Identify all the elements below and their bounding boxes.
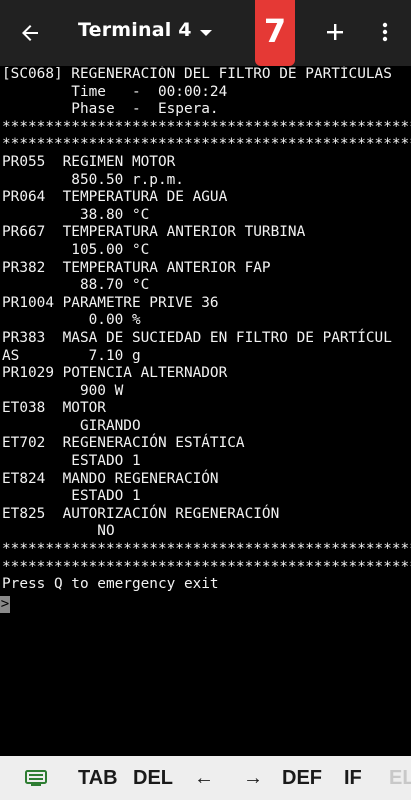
key-arrow-right[interactable]: → <box>243 764 263 792</box>
key-el[interactable]: EL <box>389 764 411 792</box>
plus-icon <box>327 24 343 40</box>
terminal-line: Press Q to emergency exit <box>2 576 219 593</box>
key-tab[interactable]: TAB <box>78 764 118 792</box>
terminal-line: ****************************************… <box>2 118 411 135</box>
terminal-line: 900 W <box>2 382 124 399</box>
terminal-line: 850.50 r.p.m. <box>2 171 184 188</box>
terminal-line: 105.00 °C <box>2 241 150 258</box>
session-title[interactable]: Terminal 4 <box>78 19 192 41</box>
extra-keys-bar: TAB DEL ← → DEF IF EL <box>0 756 411 800</box>
key-del[interactable]: DEL <box>133 764 173 792</box>
terminal-line: GIRANDO <box>2 417 141 434</box>
terminal-line: 0.00 % <box>2 312 141 329</box>
session-number-badge: 7 <box>255 0 295 66</box>
key-def[interactable]: DEF <box>282 764 322 792</box>
terminal-line: ET824 MANDO REGENERACIÓN <box>2 470 219 487</box>
terminal-line: ET825 AUTORIZACIÓN REGENERACIÓN <box>2 505 280 522</box>
terminal-cursor: > <box>0 596 10 613</box>
terminal-line: Time - 00:00:24 <box>2 83 228 100</box>
terminal-line: ESTADO 1 <box>2 488 141 505</box>
session-dropdown-button[interactable] <box>196 25 216 41</box>
terminal-line: ****************************************… <box>2 541 411 558</box>
terminal-line: PR383 MASA DE SUCIEDAD EN FILTRO DE PART… <box>2 329 392 346</box>
key-arrow-left[interactable]: ← <box>194 764 214 792</box>
terminal-line: PR064 TEMPERATURA DE AGUA <box>2 189 228 206</box>
keyboard-icon[interactable] <box>25 770 47 786</box>
back-button[interactable] <box>14 17 46 49</box>
terminal-line: Phase - Espera. <box>2 101 219 118</box>
app-bar: Terminal 4 7 <box>0 0 411 66</box>
terminal-line: NO <box>2 523 115 540</box>
terminal-output: [SC068] REGENERACIÓN DEL FILTRO DE PARTÍ… <box>2 66 411 594</box>
terminal-line: AS 7.10 g <box>2 347 141 364</box>
terminal-line: ET702 REGENERACIÓN ESTÁTICA <box>2 435 245 452</box>
terminal-line: PR667 TEMPERATURA ANTERIOR TURBINA <box>2 224 306 241</box>
dropdown-triangle-icon <box>200 30 212 36</box>
terminal-line: ET038 MOTOR <box>2 400 106 417</box>
terminal-line: PR055 REGIMEN MOTOR <box>2 153 176 170</box>
key-if[interactable]: IF <box>344 764 362 792</box>
terminal-line: 88.70 °C <box>2 277 150 294</box>
terminal-line: PR1029 POTENCIA ALTERNADOR <box>2 365 228 382</box>
arrow-back-icon <box>22 25 38 41</box>
terminal-line: ESTADO 1 <box>2 453 141 470</box>
terminal-line: 38.80 °C <box>2 206 150 223</box>
add-session-button[interactable] <box>320 17 350 47</box>
more-vert-icon <box>382 22 388 42</box>
terminal-line: PR1004 PARAMETRE PRIVE 36 <box>2 294 219 311</box>
terminal-line: ****************************************… <box>2 136 411 153</box>
overflow-menu-button[interactable] <box>372 17 398 47</box>
terminal-line: ****************************************… <box>2 558 411 575</box>
terminal-line: PR382 TEMPERATURA ANTERIOR FAP <box>2 259 271 276</box>
terminal-screen[interactable]: [SC068] REGENERACIÓN DEL FILTRO DE PARTÍ… <box>0 66 411 756</box>
terminal-line: [SC068] REGENERACIÓN DEL FILTRO DE PARTÍ… <box>2 66 392 82</box>
